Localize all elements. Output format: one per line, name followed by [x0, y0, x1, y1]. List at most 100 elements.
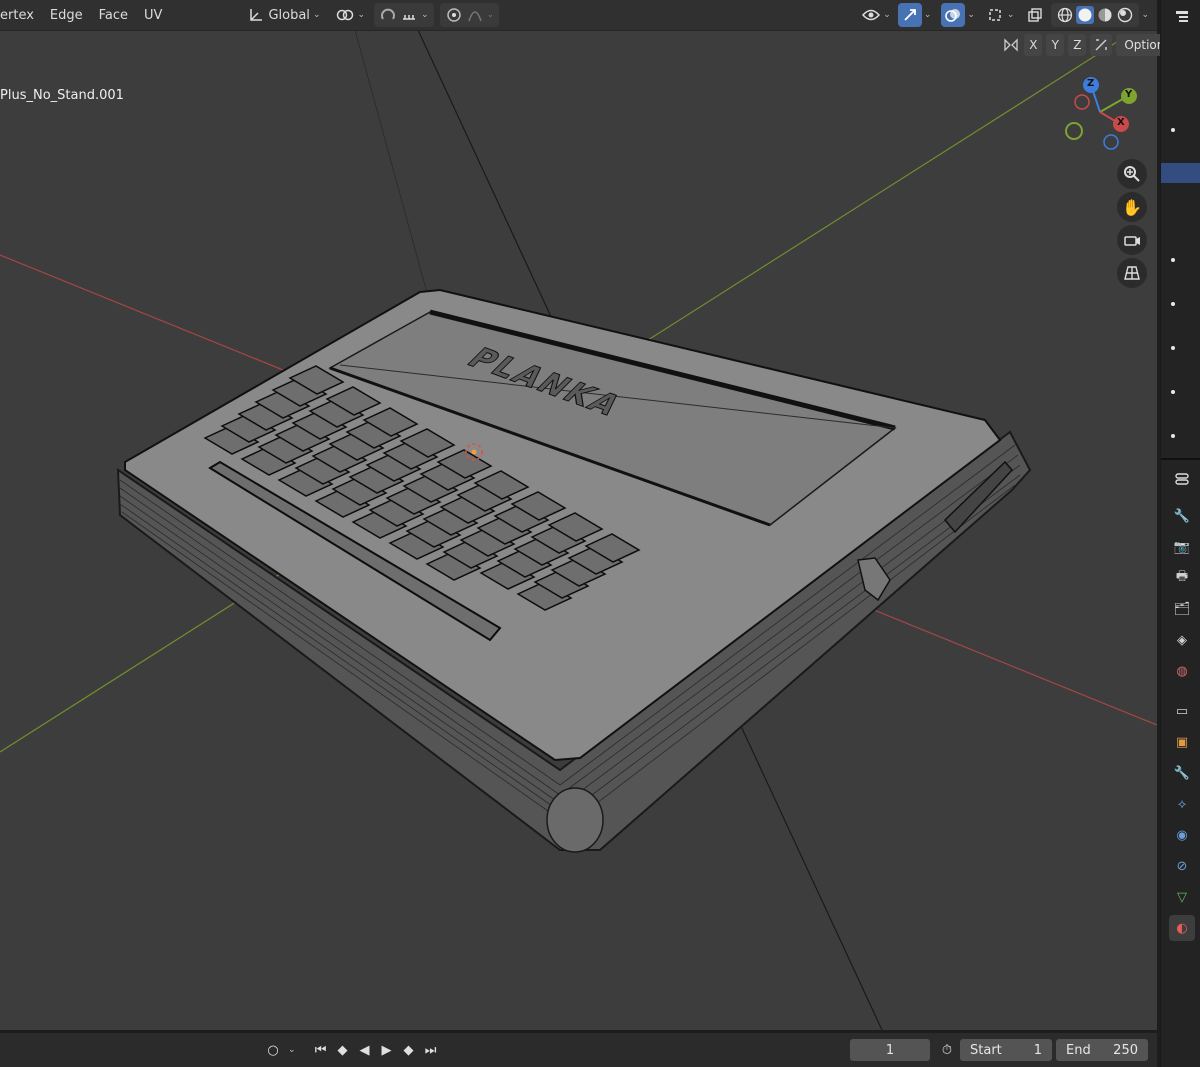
- gizmo-x-label: X: [1117, 117, 1125, 128]
- mirror-x-button[interactable]: X: [1024, 34, 1043, 56]
- constraints-icon: ⊘: [1176, 858, 1188, 874]
- output-icon: 🖶: [1175, 569, 1189, 584]
- shading-wireframe-icon[interactable]: [1056, 6, 1074, 24]
- properties-tab-render[interactable]: 📷: [1169, 534, 1195, 560]
- mirror-y-button[interactable]: Y: [1046, 34, 1065, 56]
- xray-toggle[interactable]: [1021, 3, 1049, 27]
- outliner-selected-row[interactable]: [1161, 163, 1200, 183]
- zoom-icon: [1124, 166, 1140, 182]
- properties-tab-world[interactable]: ◍: [1169, 658, 1195, 684]
- pan-button[interactable]: ✋: [1117, 192, 1147, 222]
- snap-icon: [379, 6, 397, 24]
- shading-modes: [1051, 3, 1140, 27]
- shading-material-icon[interactable]: [1096, 6, 1114, 24]
- orientation-label: Global: [268, 7, 310, 23]
- auto-merge-icon[interactable]: [1090, 34, 1113, 56]
- properties-tab-view-layer[interactable]: 🗂: [1169, 596, 1195, 622]
- properties-tab-collection[interactable]: ▭: [1169, 698, 1195, 724]
- play-icon[interactable]: ▶: [376, 1039, 398, 1061]
- 3d-viewport[interactable]: PLANKA Plus_No_Stand.001 Z Y X ✋: [0, 0, 1157, 1030]
- chevron-down-icon: ⌄: [1006, 10, 1015, 20]
- orientation-dropdown[interactable]: Global ⌄: [242, 3, 325, 27]
- properties-tab-output[interactable]: 🖶: [1169, 565, 1195, 591]
- properties-tab-modifier[interactable]: 🔧: [1169, 760, 1195, 786]
- chevron-down-icon: ⌄: [312, 10, 321, 20]
- properties-tab-physics[interactable]: ◉: [1169, 822, 1195, 848]
- end-frame-field[interactable]: End 250: [1056, 1039, 1148, 1061]
- material-icon: ◐: [1176, 920, 1188, 936]
- chevron-down-icon: ⌄: [486, 10, 495, 20]
- menu-face[interactable]: Face: [91, 0, 136, 31]
- falloff-icon: [466, 6, 484, 24]
- prev-keyframe-icon[interactable]: ◆: [332, 1039, 354, 1061]
- end-value: 250: [1113, 1042, 1138, 1058]
- tool-icon: 🔧: [1173, 508, 1191, 524]
- gizmo-icon: [901, 6, 919, 24]
- current-frame-field[interactable]: 1: [850, 1039, 930, 1061]
- shading-rendered-icon[interactable]: [1116, 6, 1134, 24]
- mirror-z-button[interactable]: Z: [1068, 34, 1087, 56]
- collection-icon: ▭: [1175, 703, 1189, 719]
- play-reverse-icon[interactable]: ◀: [354, 1039, 376, 1061]
- zoom-button[interactable]: [1117, 159, 1147, 189]
- start-value: 1: [1033, 1042, 1042, 1058]
- scene-icon: ◈: [1177, 632, 1187, 648]
- properties-editor-icon[interactable]: [1169, 466, 1195, 492]
- chevron-down-icon[interactable]: ⌄: [924, 10, 932, 20]
- data-icon: ▽: [1177, 889, 1187, 905]
- start-label: Start: [970, 1042, 1002, 1058]
- properties-tab-constraints[interactable]: ⊘: [1169, 853, 1195, 879]
- mirror-icon[interactable]: [1002, 36, 1020, 54]
- properties-tab-tool[interactable]: 🔧: [1169, 503, 1195, 529]
- properties-tab-data[interactable]: ▽: [1169, 884, 1195, 910]
- grid-icon: [1124, 266, 1140, 280]
- visibility-dropdown[interactable]: ⌄: [857, 3, 896, 27]
- shading-solid-icon[interactable]: [1076, 6, 1095, 24]
- gizmo-toggle[interactable]: [897, 3, 922, 27]
- current-frame-value: 1: [885, 1042, 895, 1058]
- camera-view-button[interactable]: [1117, 225, 1147, 255]
- keying-icon[interactable]: ○: [262, 1039, 284, 1061]
- chevron-down-icon: ⌄: [421, 10, 429, 20]
- menu-edge[interactable]: Edge: [42, 0, 91, 31]
- neg-x-handle: [1074, 94, 1090, 110]
- properties-tab-material[interactable]: ◐: [1169, 915, 1195, 941]
- gizmo-y-label: Y: [1125, 89, 1133, 100]
- mesh-overlay-dropdown[interactable]: ⌄: [981, 3, 1020, 27]
- navigation-gizmo[interactable]: [1060, 72, 1146, 158]
- neg-z-handle: [1103, 134, 1119, 150]
- snap-increment-icon: [400, 6, 418, 24]
- jump-start-icon[interactable]: ⏮: [310, 1039, 332, 1061]
- properties-tab-scene[interactable]: ◈: [1169, 627, 1195, 653]
- foot-mesh: [546, 787, 604, 853]
- neg-y-handle: [1065, 122, 1083, 140]
- stopwatch-icon[interactable]: ⏱: [936, 1039, 958, 1061]
- start-frame-field[interactable]: Start 1: [960, 1039, 1052, 1061]
- right-editor-strip: 🔧 📷 🖶 🗂 ◈ ◍ ▭ ▣ 🔧 ⟡ ◉ ⊘ ▽ ◐: [1160, 0, 1200, 1067]
- camera-icon: [1124, 236, 1140, 246]
- chevron-down-icon[interactable]: ⌄: [967, 10, 975, 20]
- proportional-edit-toggle[interactable]: ⌄: [439, 3, 500, 27]
- origin-point: [471, 449, 477, 455]
- end-label: End: [1066, 1042, 1091, 1058]
- chevron-down-icon[interactable]: ⌄: [1141, 10, 1149, 20]
- menu-uv[interactable]: UV: [136, 0, 170, 31]
- overlay-toggle[interactable]: [941, 3, 966, 27]
- outliner-editor-icon[interactable]: [1169, 4, 1195, 30]
- properties-tab-object[interactable]: ▣: [1169, 729, 1195, 755]
- viewport-header: ertex Edge Face UV Global ⌄ ⌄ ⌄ ⌄ ⌄ ⌄ ⌄: [0, 0, 1157, 31]
- properties-tab-particles[interactable]: ⟡: [1169, 791, 1195, 817]
- snap-toggle[interactable]: ⌄: [374, 3, 434, 27]
- hand-icon: ✋: [1122, 197, 1142, 217]
- jump-end-icon[interactable]: ⏭: [420, 1039, 442, 1061]
- timeline-bar: ○ ⌄ ⏮ ◆ ◀ ▶ ◆ ⏭ 1 ⏱ Start 1 End 250: [0, 1033, 1157, 1067]
- next-keyframe-icon[interactable]: ◆: [398, 1039, 420, 1061]
- perspective-toggle-button[interactable]: [1117, 258, 1147, 288]
- chevron-down-icon[interactable]: ⌄: [288, 1045, 296, 1055]
- chevron-down-icon: ⌄: [883, 10, 891, 20]
- object-name-label: Plus_No_Stand.001: [0, 88, 124, 103]
- object-icon: ▣: [1175, 734, 1189, 750]
- chevron-down-icon: ⌄: [357, 10, 366, 20]
- menu-vertex[interactable]: ertex: [0, 0, 42, 31]
- pivot-dropdown[interactable]: ⌄: [331, 3, 370, 27]
